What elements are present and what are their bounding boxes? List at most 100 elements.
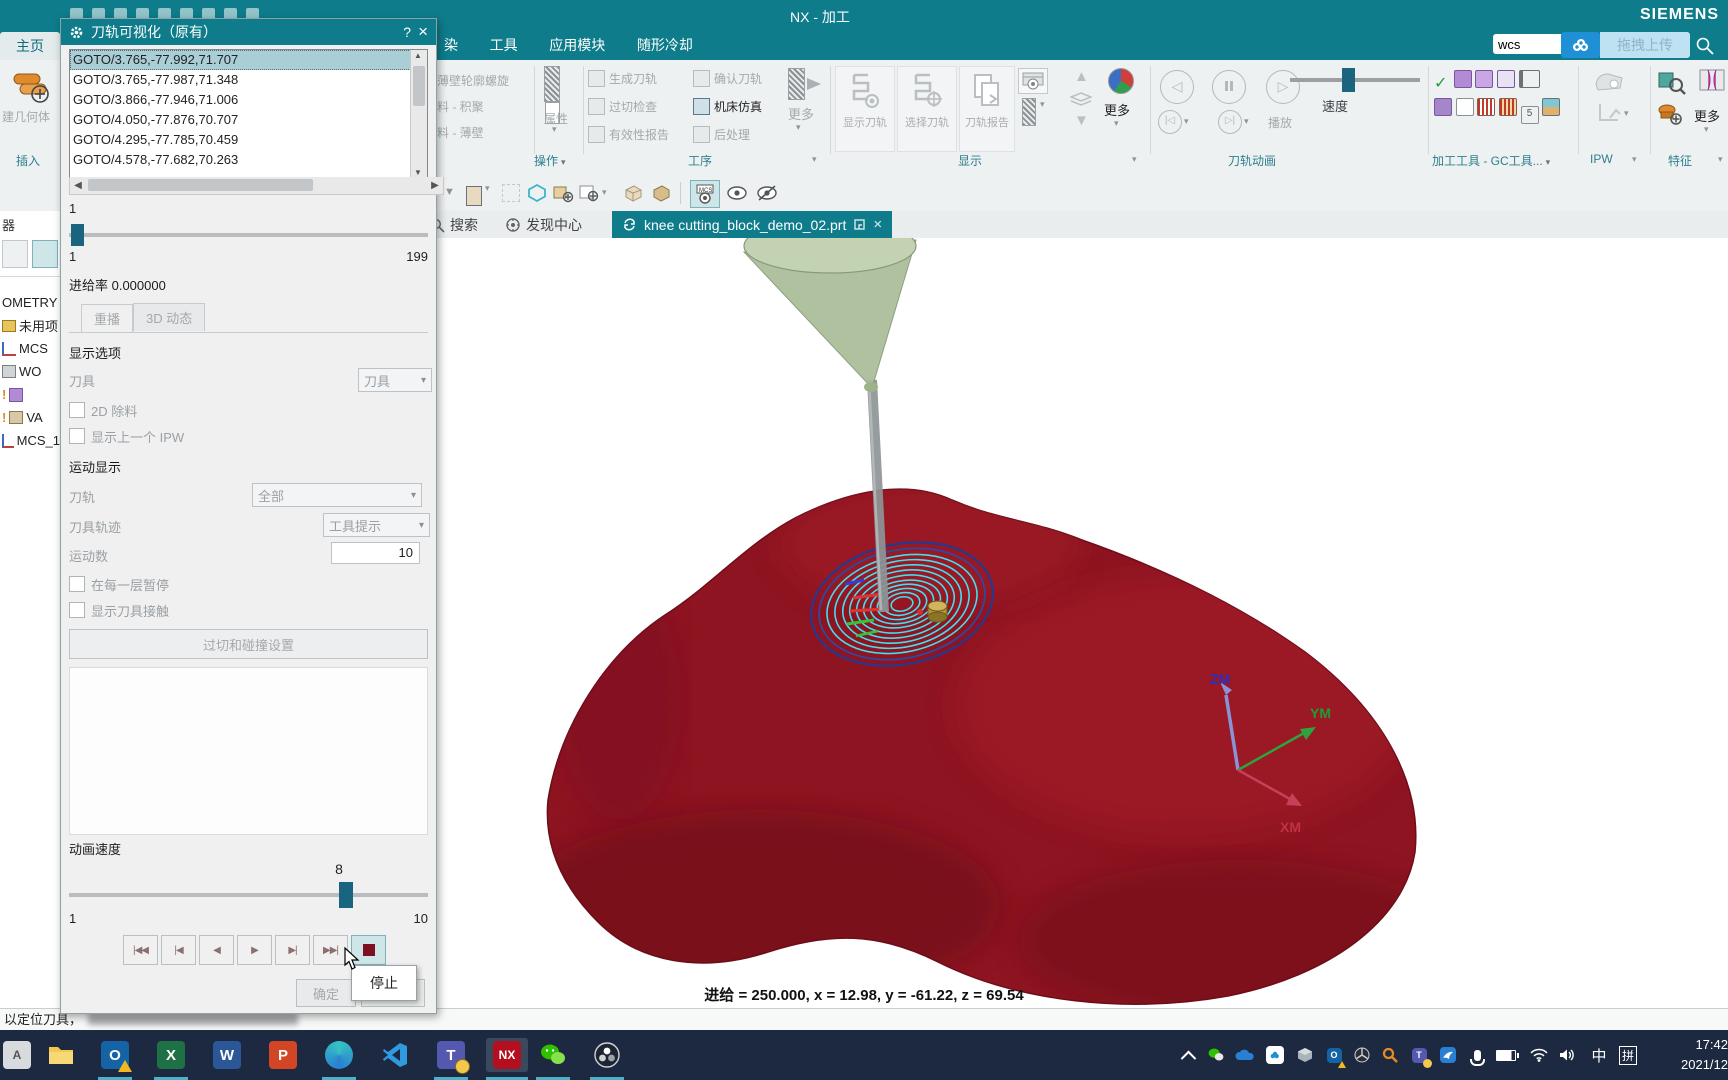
goto-horizontal-scrollbar[interactable]: ◀ ▶	[69, 177, 444, 195]
gc-tool-icon[interactable]	[1475, 70, 1493, 88]
tray-onedrive-icon[interactable]	[1231, 1038, 1259, 1072]
group-feature-label[interactable]: 特征	[1668, 152, 1692, 169]
taskbar-word[interactable]: W	[210, 1038, 244, 1072]
hexagon-select-icon[interactable]	[527, 183, 547, 206]
layers-icon[interactable]	[1070, 92, 1092, 111]
checkbox-show-tool-contact[interactable]: 显示刀具接触	[69, 601, 428, 620]
check-icon[interactable]: ✓	[1434, 73, 1450, 89]
step-back-icon[interactable]: |◁	[1158, 110, 1182, 134]
ghost-box-icon[interactable]	[622, 183, 644, 206]
taskbar-powerpoint[interactable]: P	[266, 1038, 300, 1072]
group-gc-tools-label[interactable]: 加工工具 - GC工具...	[1432, 152, 1550, 169]
discovery-center-tab[interactable]: 发现中心	[505, 215, 582, 235]
move-down-icon[interactable]: ▼	[1074, 112, 1089, 129]
tree-item-mcs[interactable]: MCS	[0, 337, 60, 360]
tray-clock[interactable]: 17:42 2021/12	[1650, 1035, 1728, 1075]
goto-row[interactable]: GOTO/4.578,-77.682,70.263	[70, 150, 411, 170]
tool-display-icon[interactable]: ▾	[1022, 98, 1045, 126]
taskbar-file-explorer[interactable]	[44, 1038, 78, 1072]
goto-vertical-scrollbar[interactable]: ▲ ▼	[410, 50, 427, 178]
tray-wheel-icon[interactable]	[1349, 1038, 1375, 1072]
process-more-button[interactable]: 更多	[788, 104, 814, 123]
dialog-close-icon[interactable]: ×	[418, 22, 428, 42]
feature-teach-icon[interactable]	[1656, 102, 1682, 129]
solid-box-icon[interactable]	[650, 183, 672, 206]
ipw-display-icon[interactable]	[1592, 68, 1626, 97]
checkbox-show-last-ipw[interactable]: 显示上一个 IPW	[69, 427, 428, 446]
toolpath-combo[interactable]: 全部	[252, 483, 422, 507]
scroll-up-icon[interactable]: ▲	[414, 51, 422, 60]
cloud-upload-icon[interactable]	[1561, 32, 1600, 58]
disabled-snap-icon[interactable]	[502, 184, 520, 202]
feature-slot-icon[interactable]	[1698, 66, 1726, 97]
machine-icon[interactable]	[1542, 98, 1560, 116]
tray-3dbox-icon[interactable]	[1291, 1038, 1319, 1072]
machine-simulation-button[interactable]: 机床仿真	[693, 98, 762, 115]
scroll-right-icon[interactable]: ▶	[427, 177, 443, 194]
tree-item-mcs1[interactable]: MCS_1	[0, 429, 60, 452]
tree-item-workpiece[interactable]: WO	[0, 360, 60, 383]
play-forward-button[interactable]: ▶	[237, 935, 272, 965]
search-icon[interactable]	[1695, 36, 1715, 59]
feature-more-button[interactable]: 更多	[1694, 106, 1720, 125]
goto-row[interactable]: GOTO/4.050,-77.876,70.707	[70, 110, 411, 130]
goto-row[interactable]: GOTO/4.295,-77.785,70.459	[70, 130, 411, 150]
create-geometry-icon[interactable]	[10, 66, 54, 106]
validity-report-button[interactable]: 有效性报告	[588, 126, 669, 143]
checkbox-icon[interactable]	[69, 428, 85, 444]
gc-tools-icon-row1[interactable]: ✓	[1434, 70, 1540, 91]
tray-wechat-icon[interactable]	[1203, 1038, 1229, 1072]
create-geometry-label[interactable]: 建几何体	[2, 108, 50, 125]
gc-tool-icon[interactable]	[1434, 98, 1452, 116]
tray-battery-icon[interactable]	[1492, 1038, 1522, 1072]
gc-tool-icon[interactable]	[1497, 70, 1515, 88]
speed-slider[interactable]	[69, 881, 428, 909]
progress-slider[interactable]	[69, 223, 428, 247]
pause-icon[interactable]	[1212, 70, 1246, 104]
dialog-help-icon[interactable]: ?	[403, 24, 411, 40]
display-more-button[interactable]: 更多	[1104, 100, 1130, 119]
tree-item-operation[interactable]: !	[0, 383, 60, 406]
tree-item-unused[interactable]: 未用项	[0, 314, 60, 337]
taskbar-wechat[interactable]	[536, 1038, 570, 1072]
box-target-icon[interactable]	[552, 183, 574, 206]
checkbox-pause-each-level[interactable]: 在每一层暂停	[69, 575, 428, 594]
go-to-start-button[interactable]: |◀◀	[123, 935, 158, 965]
taskbar-teams[interactable]: T	[434, 1038, 468, 1072]
hscroll-thumb[interactable]	[88, 179, 313, 191]
box-crosshair-icon[interactable]: ▾	[578, 183, 607, 206]
properties-dropdown-icon[interactable]: ▾	[552, 124, 557, 135]
group-process-dropdown-icon[interactable]: ▾	[812, 154, 817, 165]
gouge-collision-settings-button[interactable]: 过切和碰撞设置	[69, 629, 428, 659]
eye-slash-icon[interactable]	[756, 184, 778, 205]
taskbar-app-generic[interactable]: A	[0, 1038, 34, 1072]
checkbox-icon[interactable]	[69, 602, 85, 618]
goto-row[interactable]: GOTO/3.765,-77.987,71.348	[70, 70, 411, 90]
play-backward-button[interactable]: ◀	[199, 935, 234, 965]
ribbon-speed-slider[interactable]	[1290, 74, 1420, 86]
tray-netdisk-icon[interactable]	[1261, 1038, 1289, 1072]
tab-3d-dynamic[interactable]: 3D 动态	[133, 303, 205, 331]
single-step-forward-button[interactable]: ▶|	[275, 935, 310, 965]
group-feature-dropdown-icon[interactable]: ▾	[1718, 154, 1723, 165]
move-up-icon[interactable]: ▲	[1074, 68, 1089, 85]
striped-doc-icon[interactable]	[1477, 98, 1495, 116]
step-forward-dropdown-icon[interactable]: ▾	[1244, 116, 1249, 127]
select-toolpath-button[interactable]: 选择刀轨	[897, 66, 957, 152]
taskbar-vscode[interactable]	[378, 1038, 412, 1072]
postprocess-button[interactable]: 后处理	[693, 126, 750, 143]
tray-ime-pinyin[interactable]: 拼	[1616, 1038, 1640, 1072]
ok-button[interactable]: 确定	[296, 979, 356, 1007]
ipw-axis-icon[interactable]: ▾	[1594, 100, 1629, 129]
tree-item-va[interactable]: !VA	[0, 406, 60, 429]
group-display-label[interactable]: 显示	[958, 152, 982, 169]
search-tab[interactable]: 搜索	[430, 215, 478, 235]
tree-item-geometry[interactable]: OMETRY	[0, 291, 60, 314]
taskbar-edge[interactable]	[322, 1038, 356, 1072]
tray-outlook-icon[interactable]: O	[1321, 1038, 1347, 1072]
display-more-dropdown-icon[interactable]: ▾	[1114, 118, 1119, 129]
tray-teams-icon[interactable]: T	[1405, 1038, 1433, 1072]
checkbox-2d-material[interactable]: 2D 除料	[69, 401, 428, 420]
gallery-item[interactable]: 薄壁轮廓螺旋	[437, 72, 509, 89]
properties-icon[interactable]	[544, 66, 574, 104]
